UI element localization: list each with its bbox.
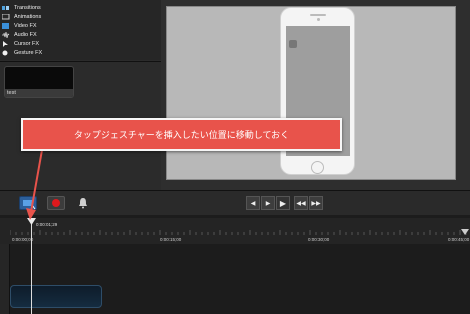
fast-forward-button[interactable]: ▶▶ bbox=[309, 196, 323, 210]
preview-area bbox=[161, 0, 470, 190]
fx-item-label: Audio FX bbox=[14, 31, 37, 38]
playhead-time-label: 0:00:01;29 bbox=[36, 222, 58, 227]
gesture-fx-icon bbox=[2, 50, 10, 56]
home-button-icon bbox=[311, 161, 324, 174]
time-ruler[interactable]: 0:00:01;29 0:00:00;00 0:00:15;00 0:00:30… bbox=[0, 218, 470, 244]
effects-list: Transitions Animations Video FX Audio FX… bbox=[0, 0, 161, 60]
fx-item-audio-fx[interactable]: Audio FX bbox=[2, 30, 37, 39]
animations-icon bbox=[1, 13, 10, 20]
notification-bell-icon[interactable] bbox=[78, 196, 88, 210]
callout-text: タップジェスチャーを挿入したい位置に移動しておく bbox=[73, 131, 290, 141]
fx-item-label: Gesture FX bbox=[14, 49, 43, 56]
fx-item-label: Video FX bbox=[14, 22, 37, 29]
left-panel: Transitions Animations Video FX Audio FX… bbox=[0, 0, 161, 190]
divider bbox=[0, 61, 161, 62]
record-icon bbox=[52, 199, 60, 207]
fx-item-label: Animations bbox=[14, 13, 42, 20]
step-forward-button[interactable]: ▶ bbox=[261, 196, 275, 210]
audio-fx-icon bbox=[2, 31, 10, 38]
fx-item-cursor-fx[interactable]: Cursor FX bbox=[2, 39, 39, 48]
tick-label: 0:00:15;00 bbox=[160, 237, 182, 242]
fx-item-transitions[interactable]: Transitions bbox=[2, 3, 41, 12]
add-track-button[interactable] bbox=[19, 196, 37, 210]
fx-item-label: Cursor FX bbox=[14, 40, 40, 47]
transitions-icon bbox=[2, 5, 10, 11]
playhead-line[interactable] bbox=[31, 219, 32, 314]
timeline: 0:00:01;29 0:00:00;00 0:00:15;00 0:00:30… bbox=[0, 215, 470, 314]
preview-canvas[interactable] bbox=[166, 6, 456, 180]
fx-item-gesture-fx[interactable]: Gesture FX bbox=[2, 48, 42, 57]
tick-label: 0:00:30;00 bbox=[308, 237, 330, 242]
cursor-fx-icon bbox=[2, 40, 10, 47]
ruler-ticks bbox=[10, 230, 467, 235]
step-back-button[interactable]: ◀ bbox=[246, 196, 260, 210]
timeline-clip[interactable] bbox=[10, 285, 102, 308]
phone-camera bbox=[317, 18, 320, 21]
tick-label: 0:00:45;00 bbox=[448, 237, 470, 242]
track-header[interactable] bbox=[0, 244, 10, 314]
play-button[interactable]: ▶ bbox=[276, 196, 290, 210]
app-icon bbox=[289, 40, 297, 48]
media-clip-thumbnail[interactable]: test bbox=[4, 66, 74, 98]
record-button[interactable] bbox=[47, 196, 65, 210]
annotation-callout: タップジェスチャーを挿入したい位置に移動しておく bbox=[21, 118, 342, 151]
video-fx-icon bbox=[2, 22, 10, 29]
rewind-button[interactable]: ◀◀ bbox=[294, 196, 308, 210]
fx-item-label: Transitions bbox=[14, 4, 41, 11]
fx-item-animations[interactable]: Animations bbox=[1, 12, 42, 21]
fx-item-video-fx[interactable]: Video FX bbox=[2, 21, 37, 30]
media-clip-name: test bbox=[7, 90, 16, 96]
editor-toolbar: ◀ ▶ ▶ ◀◀ ▶▶ bbox=[0, 190, 470, 215]
phone-speaker bbox=[310, 14, 326, 16]
playback-controls: ◀ ▶ ▶ ◀◀ ▶▶ bbox=[246, 196, 324, 210]
